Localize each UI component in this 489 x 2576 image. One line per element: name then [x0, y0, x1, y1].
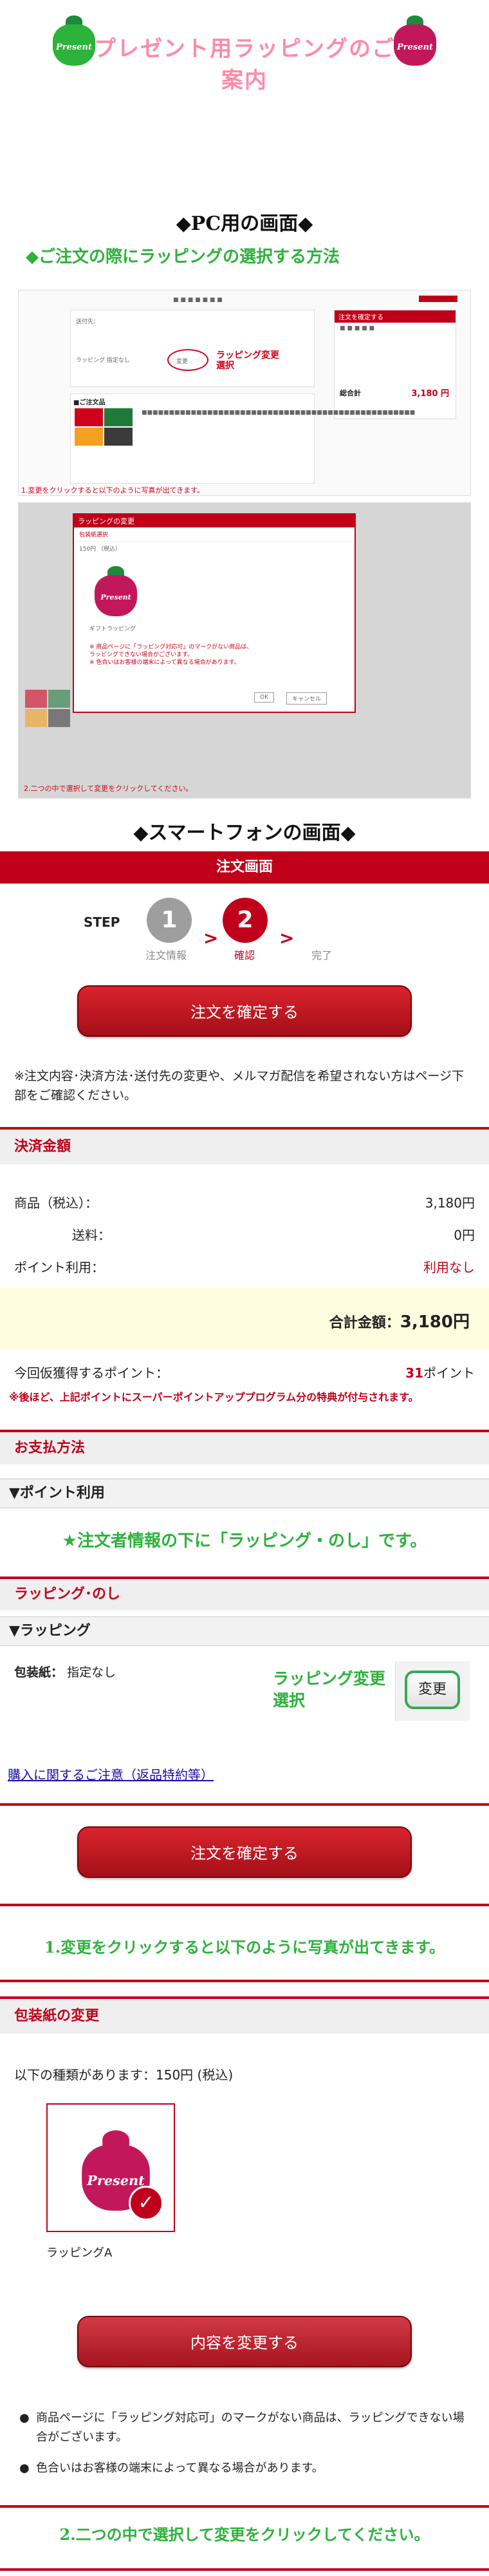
pc-screenshot-modal: ラッピングの変更 包装紙選択 150円 （税込） Present ギフトラッピン…	[18, 502, 471, 799]
divider	[0, 1980, 489, 1982]
step-arrow-icon-2: >	[279, 927, 295, 949]
order-notice: ※注文内容･決済方法･送付先の変更や、メルマガ配信を希望されない方はページ下部を…	[14, 1069, 464, 1103]
divider	[0, 1904, 489, 1906]
pc-change-button[interactable]: 変更	[176, 357, 188, 365]
pc-modal-cancel-button[interactable]: キャンセル	[286, 692, 328, 705]
pc-screenshot-order: ■ ■ ■ ■ ■ ■ ■ 送付先： ラッピング 指定なし 変更 ラッピング変更…	[18, 290, 471, 496]
purchase-notes-link[interactable]: 購入に関するご注意（返品特約等）	[8, 1765, 214, 1783]
pc-caption-1: 1.変更をクリックすると以下のように写真が出てきます。	[21, 486, 205, 495]
wrap-option-a[interactable]: Present ✓	[46, 2103, 175, 2232]
payment-amount-head: 決済金額	[0, 1127, 489, 1164]
divider	[0, 2505, 489, 2508]
sp-caption-1: 1.変更をクリックすると以下のように写真が出てきます。	[44, 1938, 445, 1956]
wrap-change-button[interactable]: 変更	[405, 1671, 460, 1709]
pc-section-title: ◆PC用の画面◆	[176, 213, 313, 235]
step-2-circle: 2	[223, 898, 268, 943]
change-content-button[interactable]: 内容を変更する	[77, 2316, 412, 2367]
sp-section-title: ◆スマートフォンの画面◆	[133, 822, 356, 844]
sp-caption-2: 2.二つの中で選択して変更をクリックしてください。	[59, 2525, 430, 2544]
confirm-order-button[interactable]: 注文を確定する	[77, 985, 412, 1037]
pc-modal-ok-button[interactable]: OK	[254, 692, 274, 703]
paper-change-head: 包装紙の変更	[0, 1996, 489, 2034]
pc-order-summary: 注文を確定する ■ ■ ■ ■ ■ 総合計 3,180 円	[334, 310, 456, 419]
point-use-toggle[interactable]: ▼ポイント利用	[0, 1479, 489, 1508]
wrapping-head: ラッピング･のし	[0, 1577, 489, 1610]
pc-modal-present-bag-icon[interactable]: Present	[93, 566, 138, 618]
step-1-label: 注文情報	[145, 949, 187, 961]
green-note: ★注文者情報の下に「ラッピング・のし」です。	[62, 1531, 427, 1551]
step-3-label: 完了	[311, 949, 333, 961]
confirm-order-button-2[interactable]: 注文を確定する	[77, 1826, 412, 1878]
step-1-circle: 1	[147, 898, 192, 943]
pc-section-subtitle: ◆ご注文の際にラッピングの選択する方法	[26, 247, 340, 267]
pc-caption-2: 2.二つの中で選択して変更をクリックしてください。	[24, 784, 193, 793]
pc-wrap-modal: ラッピングの変更 包装紙選択 150円 （税込） Present ギフトラッピン…	[73, 513, 356, 713]
step-label: STEP	[84, 914, 120, 930]
wrap-change-annotation: ラッピング変更 選択	[273, 1669, 386, 1710]
page-header: Present プレゼント用ラッピングのご案内 Present	[0, 13, 489, 93]
divider	[0, 2568, 489, 2571]
pc-change-annotation: ラッピング変更 選択	[216, 350, 279, 371]
bullet-icon: ●	[19, 2411, 30, 2425]
wrap-paper-row: 包装紙： 指定なし	[14, 1665, 116, 1680]
row-earned-points: 今回仮獲得するポイント： 31ポイント	[14, 1365, 475, 1381]
pc-product-thumbnail	[75, 408, 133, 446]
points-note: ※後ほど、上記ポイントにスーパーポイントアッププログラム分の特典が付与されます。	[9, 1391, 419, 1403]
selected-check-icon: ✓	[129, 2186, 163, 2221]
row-points-used: ポイント利用： 利用なし	[14, 1260, 475, 1275]
present-bag-icon-right: Present	[392, 15, 438, 67]
total-box: 合計金額：3,180円	[0, 1288, 489, 1350]
options-text: 以下の種類があります：150円 (税込)	[14, 2067, 234, 2083]
option-a-label: ラッピングA	[46, 2246, 113, 2260]
pc-product-box: ■ご注文品 ■■■■■■■■■■■■■■■■■■■■■■■■■■■■■■■■■■…	[70, 393, 415, 484]
sp-order-header: 注文画面	[0, 851, 489, 884]
divider	[0, 1803, 489, 1806]
bullet-item: ● 色合いはお客様の端末によって異なる場合があります。	[19, 2459, 470, 2478]
wrapping-toggle[interactable]: ▼ラッピング	[0, 1616, 489, 1646]
bullet-icon: ●	[19, 2461, 30, 2475]
step-2-label: 確認	[234, 949, 255, 961]
row-subtotal: 商品（税込）： 3,180円	[14, 1195, 475, 1211]
payment-method-head: お支払方法	[0, 1430, 489, 1464]
bullet-item: ● 商品ページに「ラッピング対応可」のマークがない商品は、ラッピングできない場合…	[19, 2409, 470, 2447]
page-title: プレゼント用ラッピングのご案内	[94, 36, 395, 93]
row-shipping: 送料： 0円	[72, 1227, 475, 1243]
step-arrow-icon: >	[203, 927, 219, 949]
bullet-notes: ● 商品ページに「ラッピング対応可」のマークがない商品は、ラッピングできない場合…	[19, 2409, 470, 2478]
